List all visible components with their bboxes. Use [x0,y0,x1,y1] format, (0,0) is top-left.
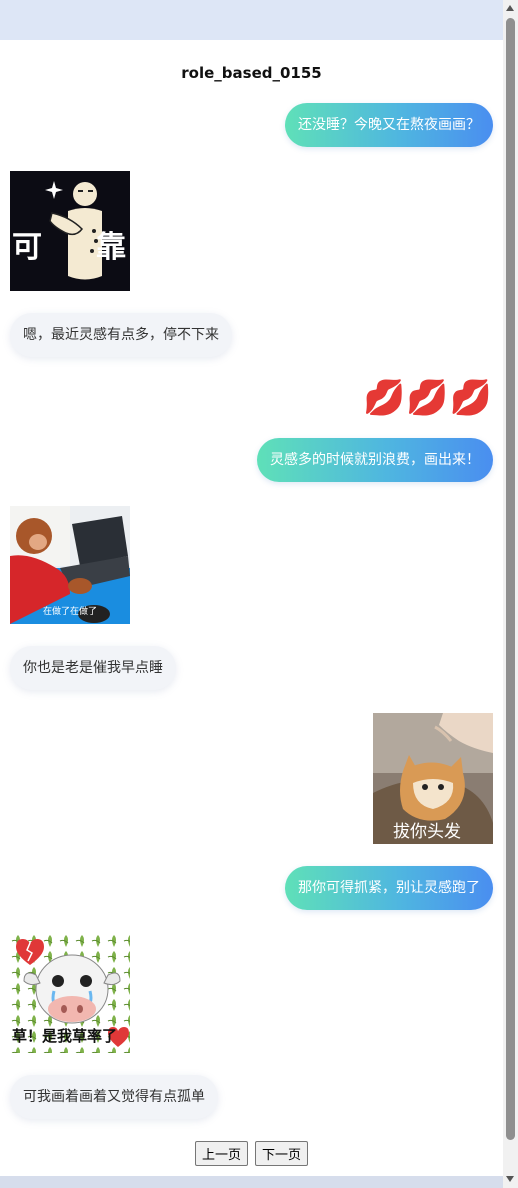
message-bubble-received: 嗯，最近灵感有点多，停不下来 [10,313,232,357]
sticker-caption: 草！是我草率了 [12,1027,117,1045]
message-text: 嗯，最近灵感有点多，停不下来 [23,327,219,343]
message-text: 那你可得抓紧，别让灵感跑了 [298,880,480,896]
monkey-sticker-image: 在做了在做了 [10,506,130,624]
message-bubble-sent: 那你可得抓紧，别让灵感跑了 [285,866,493,910]
message-bubble-received: 可我画着画着又觉得有点孤单 [10,1075,218,1119]
message-text: 灵感多的时候就别浪费，画出来！ [270,452,480,468]
chat-panel: role_based_0155 还没睡？今晚又在熬夜画画？ 可靠 嗯，最近灵感有… [0,40,503,1176]
cat-sticker-image: 拔你头发 [373,713,493,844]
message-text: 你也是老是催我早点睡 [23,660,163,676]
pagination: 上一页 下一页 [0,1141,503,1166]
cow-sticker-image: 草！是我草率了 [10,933,130,1053]
message-text: 可我画着画着又觉得有点孤单 [23,1089,205,1105]
vertical-scrollbar[interactable] [503,0,518,1188]
sticker-caption: 拔你头发 [393,822,461,842]
message-bubble-sent: 还没睡？今晚又在熬夜画画？ [285,103,493,147]
kiss-emoji-icon: 💋💋💋 [362,378,493,418]
message-text: 还没睡？今晚又在熬夜画画？ [298,117,480,133]
sticker-kaopu: 可靠 [10,171,130,291]
kaopu-sticker-image: 可靠 [10,171,130,291]
scrollbar-thumb[interactable] [506,18,515,1140]
sticker-cow-crying: 草！是我草率了 [10,933,130,1053]
sticker-caption: 在做了在做了 [43,605,97,617]
next-page-button[interactable]: 下一页 [255,1141,309,1166]
emoji-kiss-row: 💋💋💋 [363,378,493,418]
prev-page-button[interactable]: 上一页 [194,1141,248,1166]
scroll-down-arrow-icon[interactable] [506,1176,514,1182]
top-bar [0,0,503,40]
scroll-up-arrow-icon[interactable] [506,5,514,11]
bottom-bar [0,1176,503,1188]
sticker-cat-hair: 拔你头发 [373,713,493,844]
message-bubble-sent: 灵感多的时候就别浪费，画出来！ [257,438,493,482]
message-bubble-received: 你也是老是催我早点睡 [10,646,176,690]
sticker-monkey-typing: 在做了在做了 [10,506,130,624]
chat-title: role_based_0155 [181,64,322,82]
